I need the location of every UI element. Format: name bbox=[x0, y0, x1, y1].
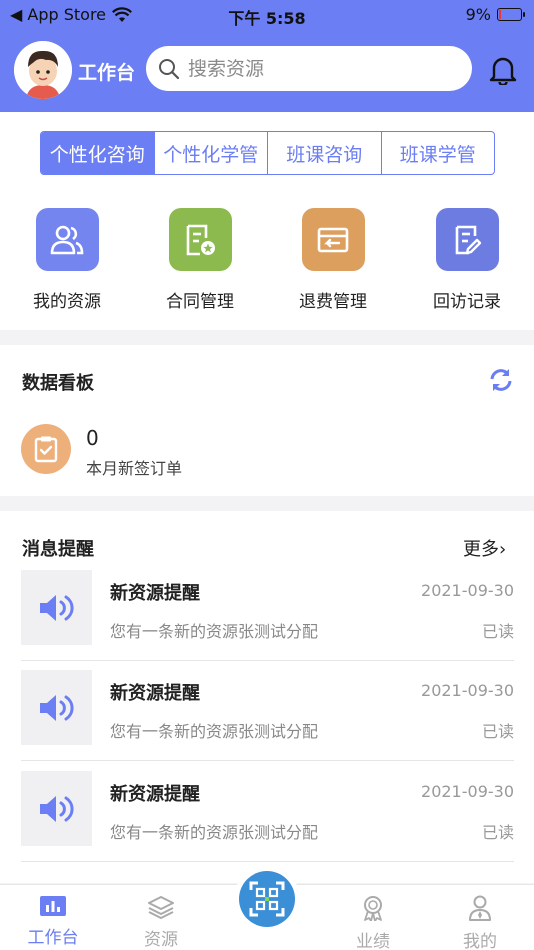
battery-icon bbox=[497, 8, 525, 21]
battery-percent: 9% bbox=[465, 5, 491, 24]
messages-title: 消息提醒 bbox=[22, 539, 94, 560]
divider bbox=[21, 861, 514, 862]
message-date: 2021-09-30 bbox=[421, 581, 514, 600]
tab-workbench[interactable]: 工作台 bbox=[13, 895, 93, 948]
chart-icon bbox=[40, 896, 66, 916]
speaker-icon bbox=[21, 771, 92, 846]
message-summary: 您有一条新的资源张测试分配 bbox=[110, 622, 319, 641]
layers-icon bbox=[148, 896, 174, 919]
message-summary: 您有一条新的资源张测试分配 bbox=[110, 722, 319, 741]
segment-class-consult[interactable]: 班课咨询 bbox=[268, 132, 382, 174]
bell-icon[interactable] bbox=[489, 55, 517, 85]
avatar-image bbox=[14, 41, 72, 99]
role-segmented-control: 个性化咨询 个性化学管 班课咨询 班课学管 bbox=[40, 131, 495, 175]
page-title: 工作台 bbox=[78, 62, 136, 84]
message-title: 新资源提醒 bbox=[110, 683, 200, 704]
award-icon bbox=[364, 896, 382, 922]
clipboard-check-icon bbox=[21, 424, 71, 474]
stat-value: 0 bbox=[86, 426, 99, 450]
message-item[interactable]: 新资源提醒 2021-09-30 您有一条新的资源张测试分配 已读 bbox=[21, 771, 514, 871]
message-status: 已读 bbox=[481, 622, 514, 641]
divider bbox=[21, 660, 514, 661]
message-item[interactable]: 新资源提醒 2021-09-30 您有一条新的资源张测试分配 已读 bbox=[21, 670, 514, 770]
refund-icon bbox=[301, 208, 365, 271]
more-link[interactable]: 更多› bbox=[463, 535, 506, 561]
status-bar: ◀ App Store 下午 5:58 9% bbox=[0, 0, 534, 28]
speaker-icon bbox=[21, 570, 92, 645]
contract-icon bbox=[168, 208, 232, 271]
message-date: 2021-09-30 bbox=[421, 681, 514, 700]
avatar[interactable] bbox=[14, 41, 72, 99]
message-title: 新资源提醒 bbox=[110, 784, 200, 805]
refresh-icon[interactable] bbox=[488, 367, 514, 393]
segment-class-study[interactable]: 班课学管 bbox=[382, 132, 495, 174]
tab-resources[interactable]: 资源 bbox=[121, 895, 201, 950]
status-time: 下午 5:58 bbox=[228, 9, 306, 28]
tab-label: 业绩 bbox=[356, 932, 390, 950]
search-icon bbox=[159, 58, 180, 79]
tab-label: 资源 bbox=[144, 930, 178, 950]
divider bbox=[21, 760, 514, 761]
segment-personal-consult[interactable]: 个性化咨询 bbox=[41, 132, 155, 174]
message-status: 已读 bbox=[481, 722, 514, 741]
more-label: 更多 bbox=[463, 539, 499, 560]
message-status: 已读 bbox=[481, 823, 514, 842]
speaker-icon bbox=[21, 670, 92, 745]
search-bar[interactable] bbox=[146, 46, 472, 91]
tab-label: 工作台 bbox=[27, 928, 79, 948]
stat-label: 本月新签订单 bbox=[86, 459, 183, 478]
quick-label: 合同管理 bbox=[166, 292, 234, 312]
dashboard-title: 数据看板 bbox=[22, 373, 94, 394]
message-item[interactable]: 新资源提醒 2021-09-30 您有一条新的资源张测试分配 已读 bbox=[21, 570, 514, 670]
qr-scan-icon bbox=[249, 881, 285, 917]
quick-label: 我的资源 bbox=[33, 292, 101, 312]
tab-label: 我的 bbox=[463, 932, 497, 950]
scan-button[interactable] bbox=[234, 866, 300, 932]
segment-personal-study[interactable]: 个性化学管 bbox=[155, 132, 268, 174]
tab-mine[interactable]: 我的 bbox=[440, 895, 520, 950]
user-icon bbox=[469, 895, 491, 921]
search-input[interactable] bbox=[188, 57, 448, 80]
tab-performance[interactable]: 业绩 bbox=[333, 895, 413, 950]
users-icon bbox=[35, 208, 99, 271]
quick-visit-records[interactable]: 回访记录 bbox=[412, 208, 522, 312]
message-title: 新资源提醒 bbox=[110, 583, 200, 604]
message-date: 2021-09-30 bbox=[421, 782, 514, 801]
dashboard-card bbox=[0, 345, 534, 496]
quick-my-resources[interactable]: 我的资源 bbox=[12, 208, 122, 312]
quick-refund-management[interactable]: 退费管理 bbox=[278, 208, 388, 312]
quick-contract-management[interactable]: 合同管理 bbox=[145, 208, 255, 312]
quick-label: 回访记录 bbox=[433, 292, 501, 312]
notes-icon bbox=[435, 208, 499, 271]
chevron-right-icon: › bbox=[499, 539, 507, 560]
quick-label: 退费管理 bbox=[299, 292, 367, 312]
message-summary: 您有一条新的资源张测试分配 bbox=[110, 823, 319, 842]
